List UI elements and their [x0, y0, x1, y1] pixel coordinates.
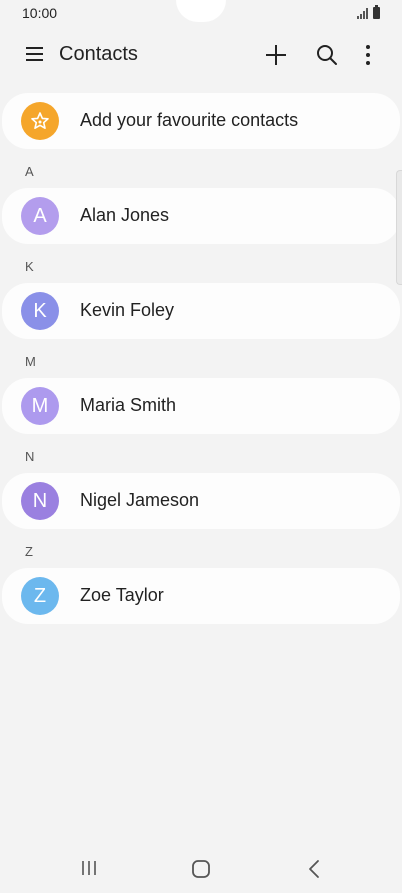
- contact-name: Nigel Jameson: [80, 490, 200, 510]
- section-header-k: K: [25, 259, 34, 274]
- star-icon: [31, 112, 49, 130]
- status-icons: [357, 5, 380, 19]
- phone-screen: 10:00 Contacts Add your favourite contac…: [0, 0, 402, 893]
- contact-name: Kevin Foley: [80, 300, 175, 320]
- fast-scroll-handle[interactable]: [396, 170, 402, 285]
- battery-icon: [373, 5, 380, 19]
- navigation-bar: [0, 840, 402, 893]
- contact-name: Alan Jones: [80, 205, 170, 225]
- contact-name: Maria Smith: [80, 395, 177, 415]
- add-icon[interactable]: [265, 44, 287, 66]
- camera-notch: [176, 0, 226, 22]
- contact-avatar: A: [21, 197, 59, 235]
- contact-item-alan-jones[interactable]: A Alan Jones: [2, 188, 400, 244]
- section-header-m: M: [25, 354, 36, 369]
- add-favourites-button[interactable]: Add your favourite contacts: [2, 93, 400, 149]
- search-icon[interactable]: [316, 44, 338, 66]
- contact-item-kevin-foley[interactable]: K Kevin Foley: [2, 283, 400, 339]
- contact-avatar: N: [21, 482, 59, 520]
- app-bar: Contacts: [0, 28, 402, 84]
- contact-avatar: Z: [21, 577, 59, 615]
- contact-item-zoe-taylor[interactable]: Z Zoe Taylor: [2, 568, 400, 624]
- back-icon[interactable]: [306, 859, 322, 879]
- recents-icon[interactable]: [80, 860, 98, 876]
- contact-avatar: K: [21, 292, 59, 330]
- status-bar: 10:00: [0, 0, 402, 28]
- status-time: 10:00: [22, 5, 58, 21]
- contact-item-nigel-jameson[interactable]: N Nigel Jameson: [2, 473, 400, 529]
- page-title: Contacts: [59, 43, 138, 65]
- menu-icon[interactable]: [26, 47, 43, 61]
- more-options-icon[interactable]: [358, 44, 378, 66]
- section-header-a: A: [25, 164, 34, 179]
- contact-item-maria-smith[interactable]: M Maria Smith: [2, 378, 400, 434]
- add-favourites-label: Add your favourite contacts: [80, 110, 299, 130]
- section-header-z: Z: [25, 544, 33, 559]
- section-header-n: N: [25, 449, 35, 464]
- favourite-avatar: [21, 102, 59, 140]
- signal-icon: [357, 8, 369, 19]
- home-icon[interactable]: [191, 859, 211, 879]
- contact-name: Zoe Taylor: [80, 585, 164, 605]
- contact-avatar: M: [21, 387, 59, 425]
